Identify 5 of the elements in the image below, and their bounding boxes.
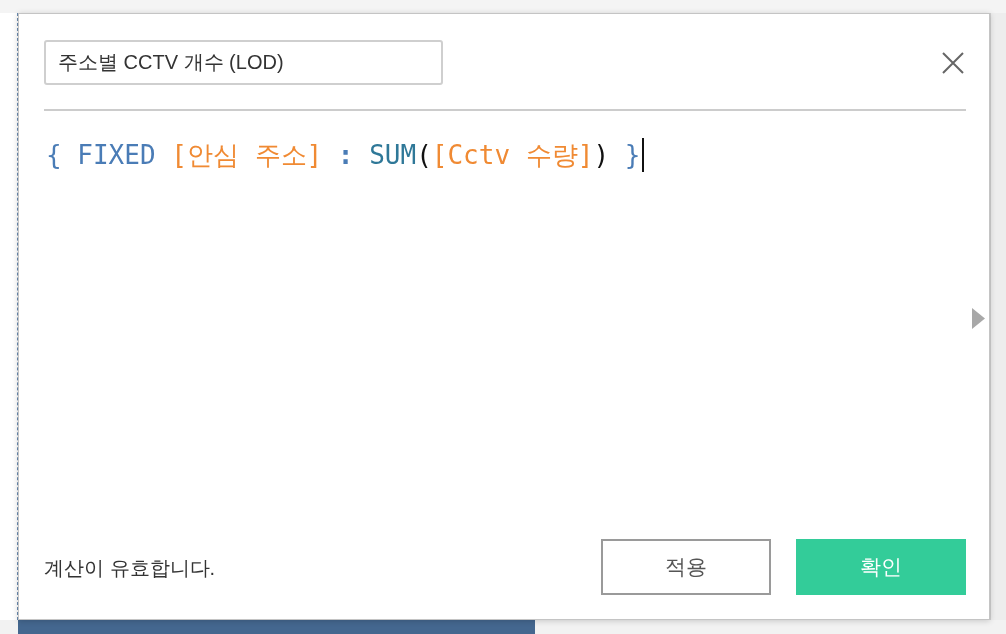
- status-text: 계산이 유효합니다.: [44, 555, 216, 581]
- name-field[interactable]: 주소별 CCTV 개수 (LOD): [44, 40, 443, 85]
- apply-button[interactable]: 적용: [601, 539, 771, 595]
- formula-text[interactable]: { FIXED [안심 주소] : SUM([Cctv 수량]) }: [46, 138, 641, 172]
- close-icon[interactable]: [941, 50, 965, 75]
